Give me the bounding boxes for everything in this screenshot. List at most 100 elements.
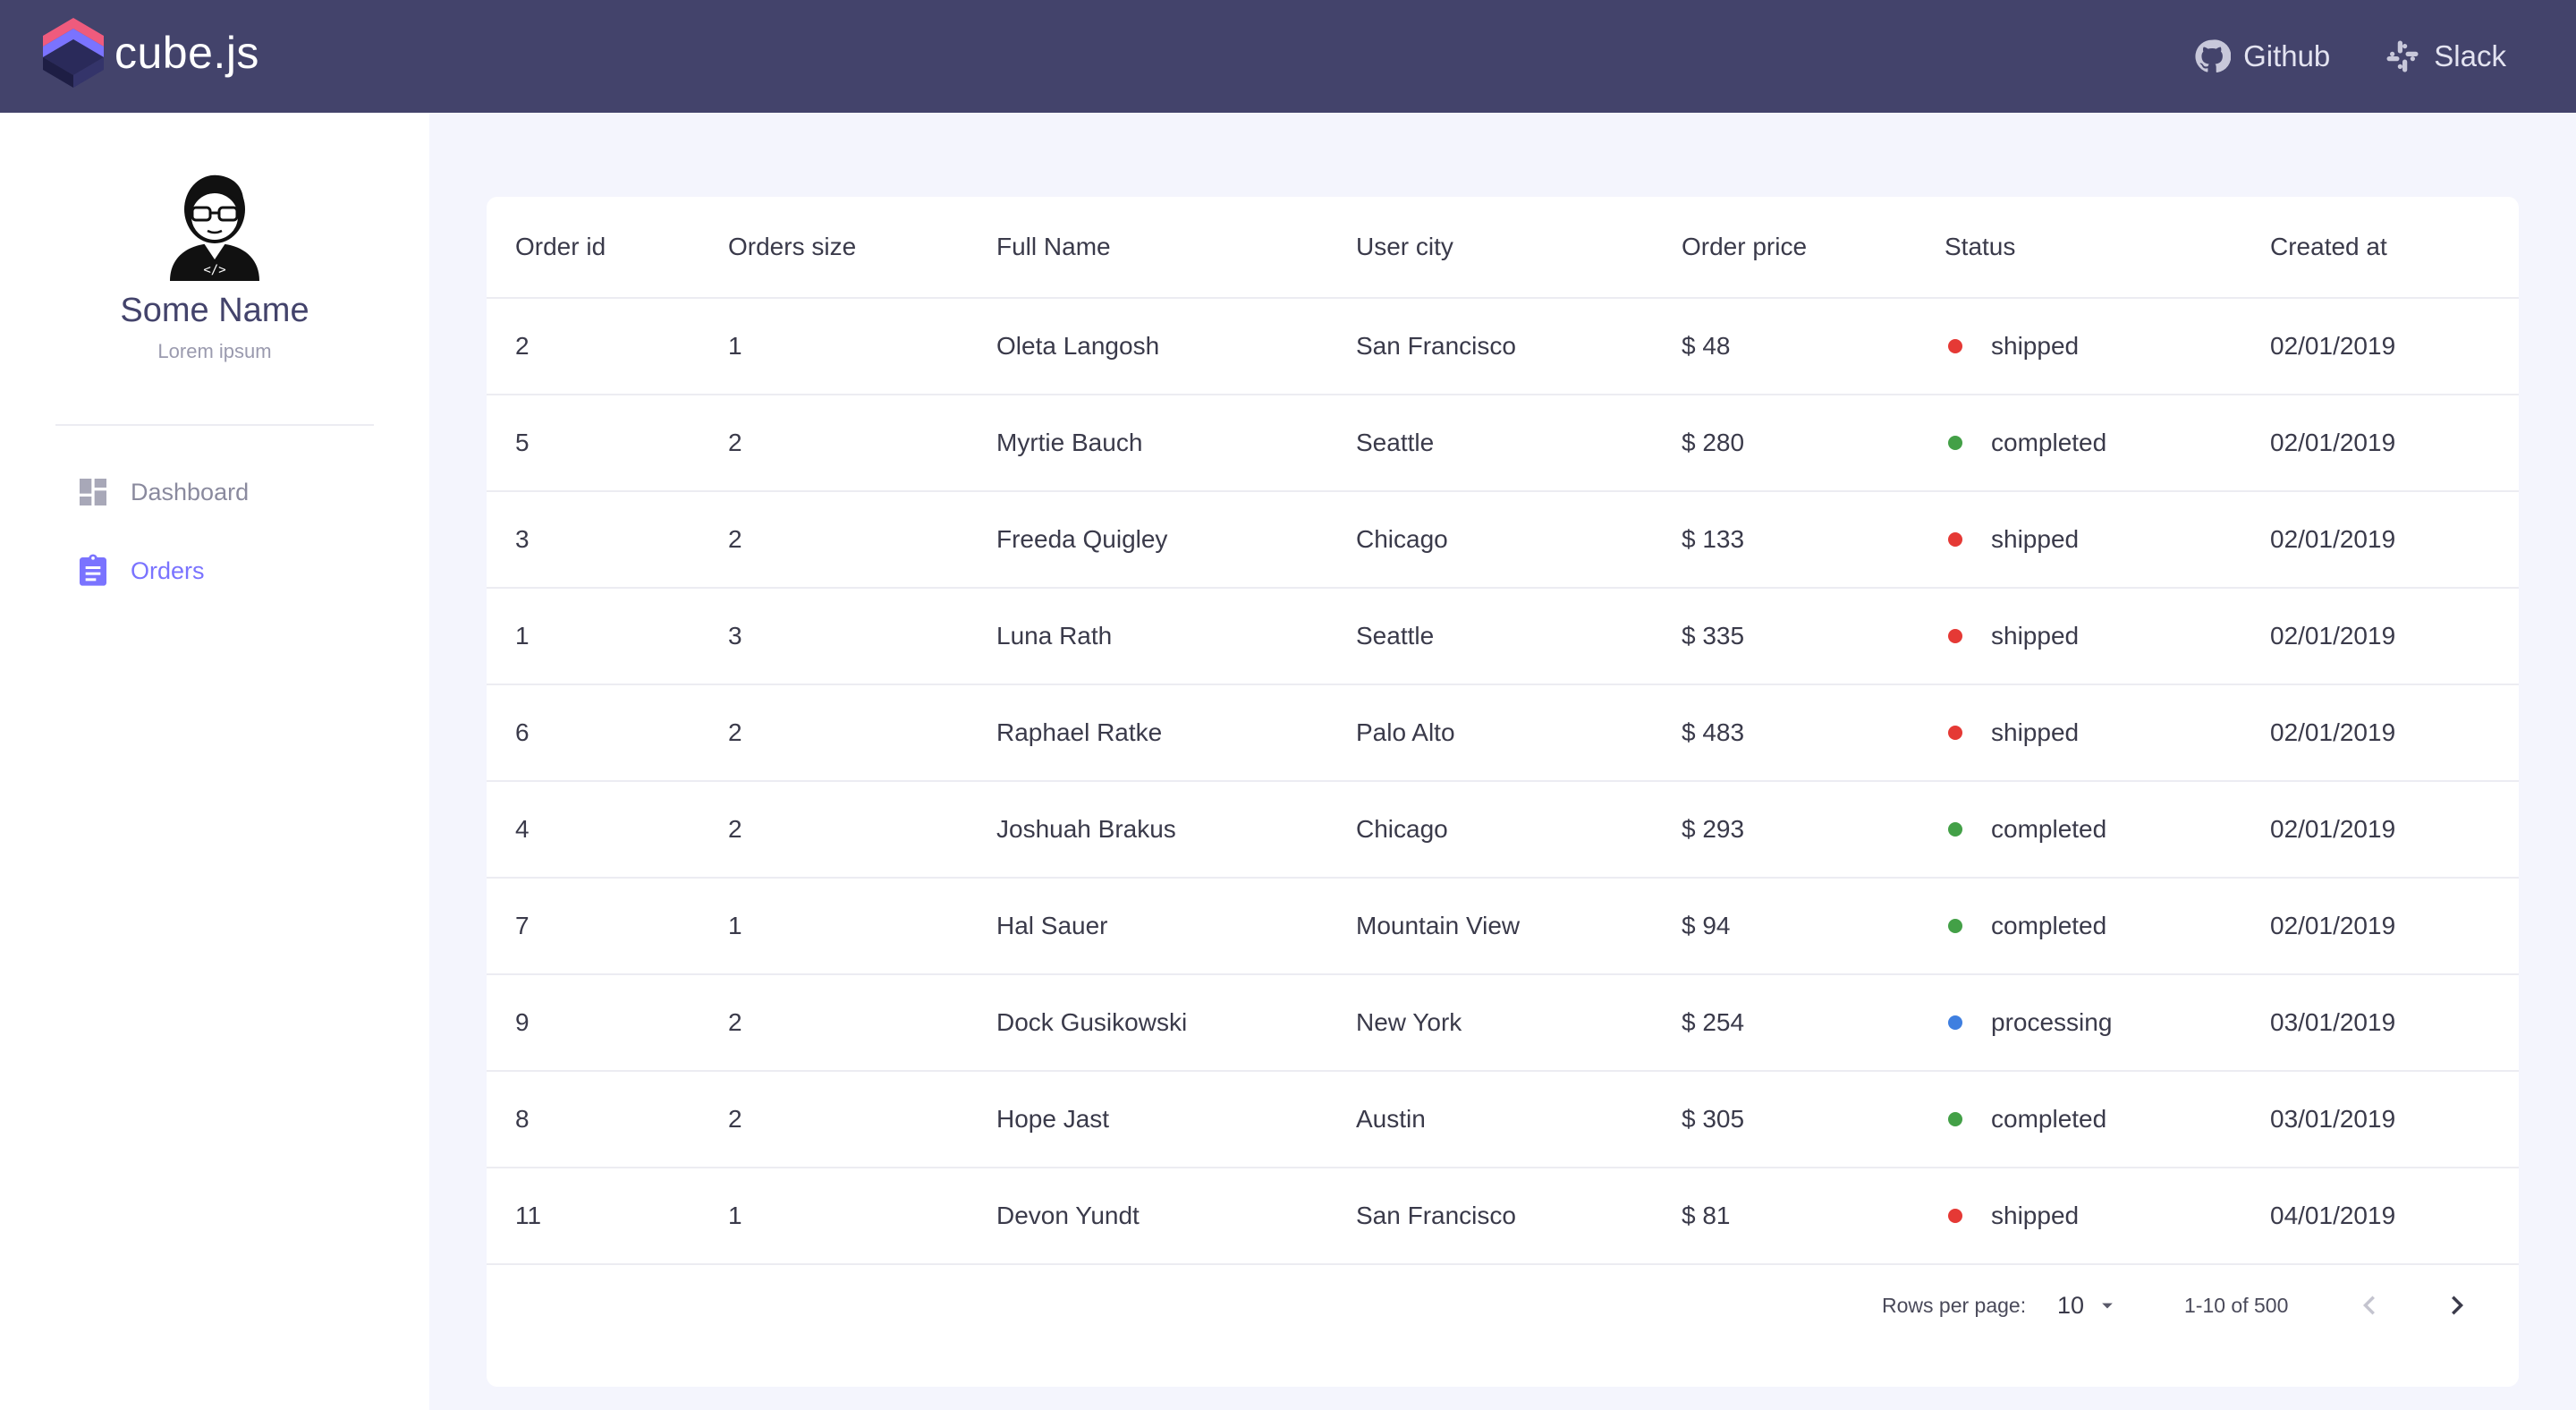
column-header-full-name[interactable]: Full Name — [996, 197, 1111, 297]
cell-order-price: $ 335 — [1682, 622, 1745, 650]
cell-orders-size: 2 — [728, 525, 742, 553]
cell-user-city: Seattle — [1356, 622, 1435, 650]
cell-order-price: $ 254 — [1682, 1008, 1745, 1036]
cube-logo-icon — [43, 18, 104, 88]
cell-user-city: Seattle — [1356, 429, 1435, 456]
cell-created-at: 02/01/2019 — [2270, 332, 2396, 360]
slack-icon — [2386, 40, 2419, 72]
column-header-user-city[interactable]: User city — [1356, 197, 1453, 297]
status-dot — [1948, 1209, 1962, 1223]
cell-status: completed — [1945, 1072, 2106, 1167]
status-text: completed — [1991, 1105, 2107, 1133]
cell-status: processing — [1945, 975, 2112, 1070]
cell-order-id: 1 — [515, 622, 530, 650]
slack-label: Slack — [2434, 39, 2506, 72]
cell-order-id: 6 — [515, 718, 530, 746]
logo[interactable]: cube.js — [41, 16, 259, 89]
column-header-order-price[interactable]: Order price — [1682, 197, 1807, 297]
rows-per-page-value: 10 — [2057, 1291, 2085, 1319]
svg-text:</>: </> — [203, 263, 225, 277]
cell-status: shipped — [1945, 589, 2079, 684]
table-row[interactable]: 3 2 Freeda Quigley Chicago $ 133 shipped… — [487, 492, 2519, 589]
column-header-orders-size[interactable]: Orders size — [728, 197, 856, 297]
github-icon — [2195, 39, 2232, 73]
github-label: Github — [2243, 39, 2331, 72]
cell-order-price: $ 280 — [1682, 429, 1745, 456]
table-row[interactable]: 9 2 Dock Gusikowski New York $ 254 proce… — [487, 975, 2519, 1072]
table-row[interactable]: 5 2 Myrtie Bauch Seattle $ 280 completed… — [487, 395, 2519, 492]
column-header-created-at[interactable]: Created at — [2270, 197, 2387, 297]
cell-full-name: Hal Sauer — [996, 912, 1108, 939]
cell-full-name: Raphael Ratke — [996, 718, 1163, 746]
table-pagination: Rows per page: 10 1-10 of 500 — [487, 1256, 2519, 1355]
table-row[interactable]: 8 2 Hope Jast Austin $ 305 completed 03/… — [487, 1072, 2519, 1168]
cell-orders-size: 2 — [728, 815, 742, 843]
cell-order-id: 2 — [515, 332, 530, 360]
cell-created-at: 02/01/2019 — [2270, 912, 2396, 939]
status-dot — [1948, 726, 1962, 740]
cell-order-price: $ 293 — [1682, 815, 1745, 843]
cell-user-city: Austin — [1356, 1105, 1426, 1133]
cell-user-city: San Francisco — [1356, 332, 1516, 360]
cell-status: shipped — [1945, 299, 2079, 394]
status-text: shipped — [1991, 718, 2080, 746]
logo-text: cube.js — [114, 28, 259, 78]
clipboard-icon — [80, 554, 106, 586]
cell-order-price: $ 81 — [1682, 1202, 1731, 1229]
cell-order-id: 4 — [515, 815, 530, 843]
sidebar-item-dashboard[interactable]: Dashboard — [75, 474, 249, 510]
cell-created-at: 02/01/2019 — [2270, 622, 2396, 650]
table-row[interactable]: 4 2 Joshuah Brakus Chicago $ 293 complet… — [487, 782, 2519, 879]
cell-orders-size: 2 — [728, 429, 742, 456]
rows-per-page-select[interactable]: 10 — [2057, 1256, 2120, 1355]
cell-order-price: $ 133 — [1682, 525, 1745, 553]
table-header: Order id Orders size Full Name User city… — [487, 197, 2519, 299]
cell-order-id: 7 — [515, 912, 530, 939]
slack-link[interactable]: Slack — [2384, 38, 2506, 75]
table-row[interactable]: 6 2 Raphael Ratke Palo Alto $ 483 shippe… — [487, 685, 2519, 782]
cell-order-price: $ 305 — [1682, 1105, 1745, 1133]
github-link[interactable]: Github — [2193, 38, 2330, 75]
cell-created-at: 02/01/2019 — [2270, 429, 2396, 456]
status-text: completed — [1991, 429, 2107, 456]
cell-order-price: $ 48 — [1682, 332, 1731, 360]
status-text: shipped — [1991, 525, 2080, 553]
status-text: processing — [1991, 1008, 2113, 1036]
column-header-status[interactable]: Status — [1945, 197, 2015, 297]
cell-status: shipped — [1945, 492, 2079, 587]
cell-orders-size: 1 — [728, 1202, 742, 1229]
cell-user-city: San Francisco — [1356, 1202, 1516, 1229]
cell-status: completed — [1945, 879, 2106, 973]
chevron-right-icon[interactable] — [2438, 1287, 2476, 1324]
table-row[interactable]: 1 3 Luna Rath Seattle $ 335 shipped 02/0… — [487, 589, 2519, 685]
table-row[interactable]: 2 1 Oleta Langosh San Francisco $ 48 shi… — [487, 299, 2519, 395]
chevron-left-icon[interactable] — [2351, 1287, 2388, 1324]
cell-created-at: 04/01/2019 — [2270, 1202, 2396, 1229]
status-dot — [1948, 436, 1962, 450]
sidebar-item-orders[interactable]: Orders — [75, 553, 205, 589]
sidebar-divider — [55, 424, 374, 426]
status-dot — [1948, 1112, 1962, 1126]
column-header-order-id[interactable]: Order id — [515, 197, 606, 297]
cell-user-city: Chicago — [1356, 815, 1448, 843]
cell-full-name: Freeda Quigley — [996, 525, 1168, 553]
cell-full-name: Hope Jast — [996, 1105, 1110, 1133]
cell-orders-size: 1 — [728, 912, 742, 939]
cell-orders-size: 3 — [728, 622, 742, 650]
pagination-range: 1-10 of 500 — [2184, 1293, 2289, 1317]
table-row[interactable]: 7 1 Hal Sauer Mountain View $ 94 complet… — [487, 879, 2519, 975]
status-text: shipped — [1991, 1202, 2080, 1229]
cell-order-id: 9 — [515, 1008, 530, 1036]
user-name: Some Name — [120, 292, 309, 329]
status-dot — [1948, 822, 1962, 837]
dashboard-icon — [80, 479, 106, 505]
cell-full-name: Devon Yundt — [996, 1202, 1140, 1229]
cell-orders-size: 1 — [728, 332, 742, 360]
table-row[interactable]: 11 1 Devon Yundt San Francisco $ 81 ship… — [487, 1168, 2519, 1265]
cell-user-city: Chicago — [1356, 525, 1448, 553]
cell-orders-size: 2 — [728, 1105, 742, 1133]
top-links: Github Slack — [2140, 0, 2506, 113]
cell-order-price: $ 94 — [1682, 912, 1731, 939]
status-text: completed — [1991, 912, 2107, 939]
cell-status: completed — [1945, 395, 2106, 490]
